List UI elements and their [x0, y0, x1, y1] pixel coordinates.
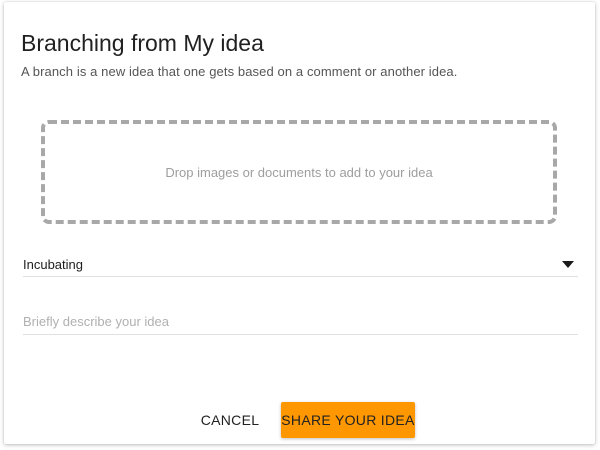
dialog-title: Branching from My idea	[21, 30, 264, 56]
cancel-button[interactable]: CANCEL	[192, 402, 268, 438]
status-select[interactable]: Incubating	[23, 250, 578, 277]
branch-idea-dialog: Branching from My idea A branch is a new…	[4, 2, 595, 444]
share-idea-button[interactable]: SHARE YOUR IDEA	[281, 402, 415, 438]
dropzone-text: Drop images or documents to add to your …	[165, 164, 433, 180]
idea-description-input[interactable]	[23, 308, 578, 335]
status-select-value: Incubating	[23, 257, 83, 272]
dropdown-arrow-icon[interactable]	[562, 261, 574, 268]
dialog-subtitle: A branch is a new idea that one gets bas…	[21, 64, 458, 79]
file-dropzone[interactable]: Drop images or documents to add to your …	[41, 120, 557, 224]
